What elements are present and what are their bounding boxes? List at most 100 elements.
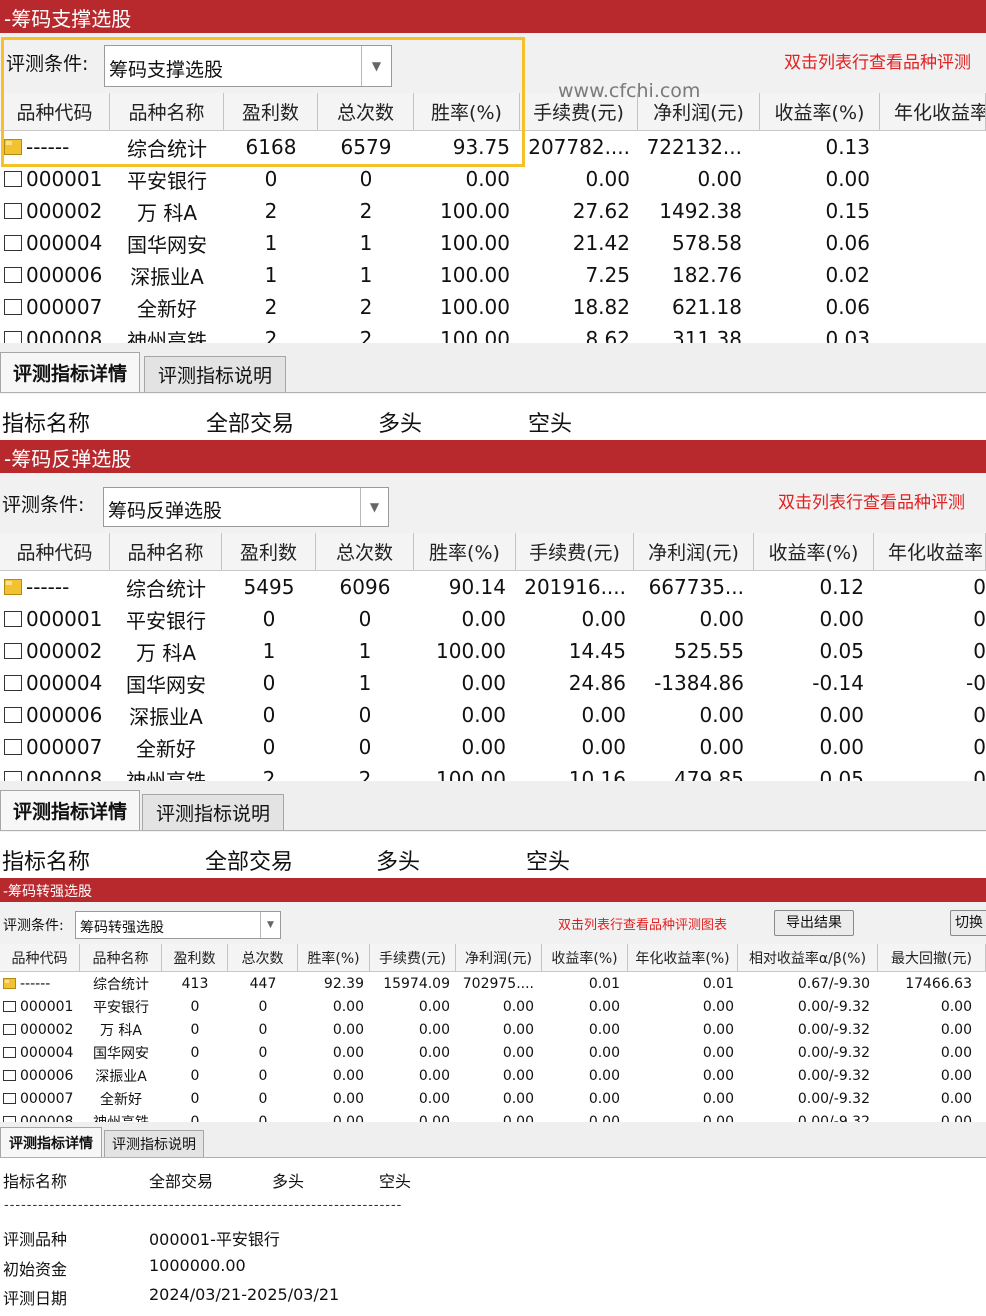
checkbox-icon[interactable] bbox=[3, 1047, 16, 1058]
chevron-down-icon[interactable]: ▼ bbox=[361, 46, 391, 86]
checkbox-icon[interactable] bbox=[3, 1070, 16, 1081]
cell-ann: -0 bbox=[966, 671, 986, 695]
col-header[interactable]: 品种代码 bbox=[0, 93, 110, 130]
col-header[interactable]: 年化收益率 bbox=[880, 93, 986, 130]
col-header[interactable]: 盈利数 bbox=[224, 93, 318, 130]
table-row[interactable]: 000002 万 科A 0 0 0.00 0.00 0.00 0.00 0.00 0.00/-9.… bbox=[0, 1018, 986, 1041]
cell-profit: 1492.38 bbox=[659, 199, 742, 223]
table-row[interactable]: 000002 万 科A 2 2 100.00 27.62 1492.38 0.15 bbox=[0, 195, 986, 227]
table-row[interactable]: ------ 综合统计 413 447 92.39 15974.09 702975.... 0… bbox=[0, 972, 986, 995]
result-table[interactable]: 品种代码 品种名称 盈利数 总次数 胜率(%) 手续费(元) 净利润(元) 收益… bbox=[0, 944, 986, 1122]
chevron-down-icon[interactable]: ▼ bbox=[360, 488, 388, 526]
result-table[interactable]: 品种代码 品种名称 盈利数 总次数 胜率(%) 手续费(元) 净利润(元) 收益… bbox=[0, 93, 986, 343]
table-row[interactable]: 000007 全新好 0 0 0.00 0.00 0.00 0.00 0.00 0.00/-9.3… bbox=[0, 1087, 986, 1110]
table-row[interactable]: 000008 神州高铁 0 0 0.00 0.00 0.00 0.00 0.00 0.00/-9.… bbox=[0, 1110, 986, 1122]
col-header[interactable]: 净利润(元) bbox=[456, 944, 542, 971]
col-header[interactable]: 盈利数 bbox=[222, 533, 316, 570]
checkbox-icon[interactable] bbox=[4, 707, 22, 723]
table-row[interactable]: 000008 神州高铁 2 2 100.00 8.62 311.38 0.03 bbox=[0, 323, 986, 343]
checkbox-icon[interactable] bbox=[4, 611, 22, 627]
condition-label: 评测条件: bbox=[6, 53, 89, 75]
cell-ann: 0 bbox=[973, 703, 986, 727]
table-row[interactable]: 000006 深振业A 0 0 0.00 0.00 0.00 0.00 0 bbox=[0, 699, 986, 731]
checkbox-icon[interactable] bbox=[4, 643, 22, 659]
table-row[interactable]: 000004 国华网安 0 1 0.00 24.86 -1384.86 -0.14 -0 bbox=[0, 667, 986, 699]
table-row[interactable]: 000001 平安银行 0 0 0.00 0.00 0.00 0.00 0 bbox=[0, 603, 986, 635]
panel-title: -筹码反弹选股 bbox=[4, 447, 132, 471]
tab-metric-details[interactable]: 评测指标详情 bbox=[0, 352, 140, 392]
checkbox-icon[interactable] bbox=[4, 739, 22, 755]
table-row[interactable]: 000004 国华网安 1 1 100.00 21.42 578.58 0.06 bbox=[0, 227, 986, 259]
col-header[interactable]: 最大回撤(元) bbox=[878, 944, 986, 971]
col-header[interactable]: 总次数 bbox=[316, 533, 414, 570]
col-header[interactable]: 品种名称 bbox=[110, 533, 222, 570]
col-header[interactable]: 相对收益率α/β(%) bbox=[738, 944, 878, 971]
checkbox-icon[interactable] bbox=[4, 171, 22, 187]
col-header[interactable]: 总次数 bbox=[228, 944, 298, 971]
checkbox-icon[interactable] bbox=[4, 299, 22, 315]
checkbox-icon[interactable] bbox=[3, 1093, 16, 1104]
checkbox-icon[interactable] bbox=[4, 267, 22, 283]
checkbox-icon[interactable] bbox=[4, 331, 22, 343]
result-table[interactable]: 品种代码 品种名称 盈利数 总次数 胜率(%) 手续费(元) 净利润(元) 收益… bbox=[0, 533, 986, 781]
table-row[interactable]: 000006 深振业A 1 1 100.00 7.25 182.76 0.02 bbox=[0, 259, 986, 291]
table-row[interactable]: 000004 国华网安 0 0 0.00 0.00 0.00 0.00 0.00 0.00/-9.… bbox=[0, 1041, 986, 1064]
col-header[interactable]: 品种名称 bbox=[80, 944, 162, 971]
folder-icon bbox=[4, 139, 22, 155]
condition-select[interactable]: 筹码反弹选股 ▼ bbox=[103, 487, 389, 527]
col-header[interactable]: 品种代码 bbox=[0, 944, 80, 971]
checkbox-icon[interactable] bbox=[4, 771, 22, 781]
table-row[interactable]: 000002 万 科A 1 1 100.00 14.45 525.55 0.05 0 bbox=[0, 635, 986, 667]
panel-title-bar: -筹码转强选股 bbox=[0, 878, 986, 902]
col-header[interactable]: 胜率(%) bbox=[298, 944, 370, 971]
tab-metric-notes[interactable]: 评测指标说明 bbox=[142, 794, 284, 830]
switch-button[interactable]: 切换 bbox=[950, 910, 986, 936]
table-row[interactable]: ------ 综合统计 6168 6579 93.75 207782.... 722132.… bbox=[0, 131, 986, 163]
chevron-down-icon[interactable]: ▼ bbox=[260, 912, 280, 938]
checkbox-icon[interactable] bbox=[3, 1001, 16, 1012]
condition-select[interactable]: 筹码支撑选股 ▼ bbox=[104, 45, 392, 87]
checkbox-icon[interactable] bbox=[3, 1024, 16, 1035]
cell-ret: 0.00 bbox=[588, 1090, 620, 1107]
col-header[interactable]: 收益率(%) bbox=[760, 93, 880, 130]
col-header[interactable]: 盈利数 bbox=[162, 944, 228, 971]
table-row[interactable]: 000007 全新好 0 0 0.00 0.00 0.00 0.00 0 bbox=[0, 731, 986, 763]
table-row[interactable]: 000008 神州高铁 2 2 100.00 10.16 479.85 0.05 0 bbox=[0, 763, 986, 781]
col-header[interactable]: 手续费(元) bbox=[370, 944, 456, 971]
tab-metric-notes[interactable]: 评测指标说明 bbox=[104, 1130, 204, 1157]
col-header[interactable]: 胜率(%) bbox=[414, 93, 520, 130]
col-header[interactable]: 胜率(%) bbox=[414, 533, 516, 570]
tab-metric-details[interactable]: 评测指标详情 bbox=[0, 790, 140, 830]
cell-dd: 0.00 bbox=[940, 1067, 972, 1084]
table-row[interactable]: 000006 深振业A 0 0 0.00 0.00 0.00 0.00 0.00 0.00/-9.… bbox=[0, 1064, 986, 1087]
table-row[interactable]: 000001 平安银行 0 0 0.00 0.00 0.00 0.00 bbox=[0, 163, 986, 195]
col-header[interactable]: 净利润(元) bbox=[634, 533, 754, 570]
cell-rate: 0.00 bbox=[332, 1067, 364, 1084]
col-header[interactable]: 收益率(%) bbox=[542, 944, 628, 971]
cell-ann: 0.00 bbox=[702, 1113, 734, 1123]
cell-fee: 14.45 bbox=[568, 639, 626, 663]
cell-win: 0 bbox=[262, 607, 276, 631]
tab-metric-details[interactable]: 评测指标详情 bbox=[0, 1127, 102, 1157]
col-header[interactable]: 总次数 bbox=[318, 93, 414, 130]
col-header[interactable]: 年化收益率(%) bbox=[628, 944, 738, 971]
tab-metric-notes[interactable]: 评测指标说明 bbox=[144, 356, 286, 392]
export-button[interactable]: 导出结果 bbox=[774, 910, 854, 936]
checkbox-icon[interactable] bbox=[4, 235, 22, 251]
checkbox-icon[interactable] bbox=[4, 675, 22, 691]
table-row[interactable]: 000001 平安银行 0 0 0.00 0.00 0.00 0.00 0.00 0.00/-9.… bbox=[0, 995, 986, 1018]
col-header[interactable]: 品种名称 bbox=[110, 93, 224, 130]
panel-chip-support: -筹码支撑选股 评测条件: 筹码支撑选股 ▼ 双击列表行查看品种评测 品种代码 … bbox=[0, 0, 986, 440]
col-header[interactable]: 手续费(元) bbox=[516, 533, 634, 570]
checkbox-icon[interactable] bbox=[4, 203, 22, 219]
cell-profit: 702975.... bbox=[462, 975, 534, 992]
col-header[interactable]: 收益率(%) bbox=[754, 533, 874, 570]
col-header[interactable]: 品种代码 bbox=[0, 533, 110, 570]
cell-ret: 0.05 bbox=[819, 639, 864, 663]
stock-code: 000002 bbox=[26, 639, 103, 663]
table-row[interactable]: ------ 综合统计 5495 6096 90.14 201916.... 667735.… bbox=[0, 571, 986, 603]
cell-total: 0 bbox=[358, 735, 372, 759]
col-header[interactable]: 年化收益率 bbox=[874, 533, 986, 570]
condition-select[interactable]: 筹码转强选股 ▼ bbox=[75, 911, 281, 939]
table-row[interactable]: 000007 全新好 2 2 100.00 18.82 621.18 0.06 bbox=[0, 291, 986, 323]
